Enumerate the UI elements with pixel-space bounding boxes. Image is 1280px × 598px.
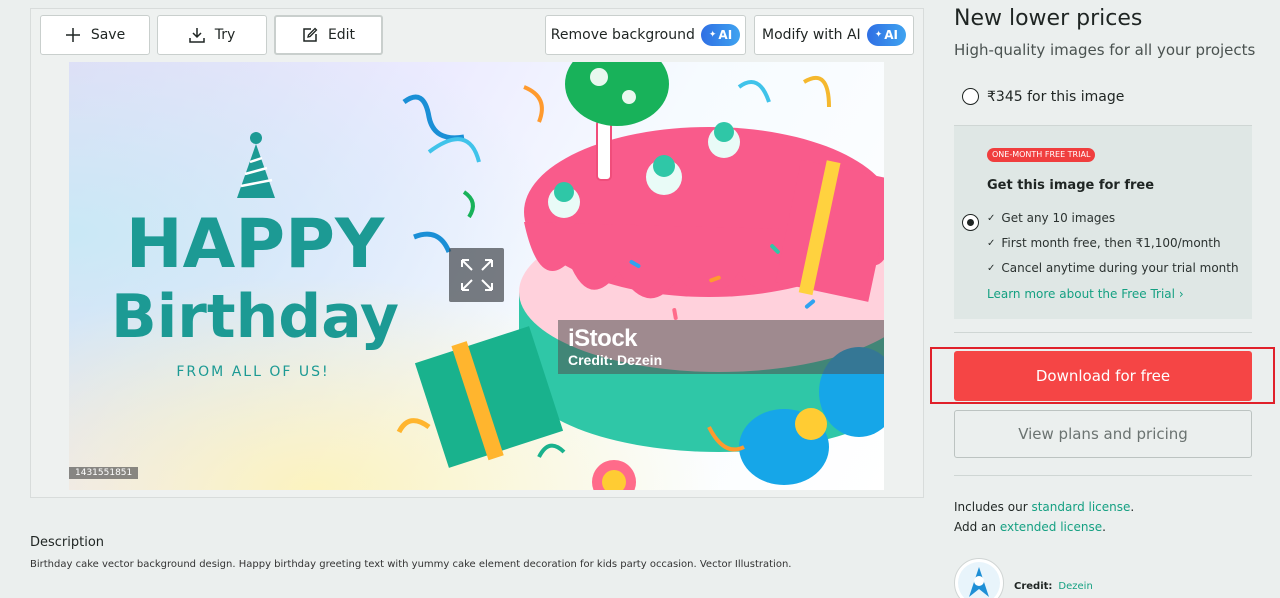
download-for-free-button[interactable]: Download for free bbox=[954, 351, 1252, 401]
contributor-credit: Credit: Dezein bbox=[954, 558, 1093, 598]
extended-license-line: Add an extended license. bbox=[954, 520, 1106, 534]
edit-icon bbox=[303, 27, 318, 42]
image-id-label: 1431551851 bbox=[69, 467, 139, 479]
license-text: . bbox=[1102, 520, 1106, 534]
learn-more-trial-link[interactable]: Learn more about the Free Trial › bbox=[987, 287, 1184, 301]
try-button-label: Try bbox=[214, 27, 236, 43]
divider bbox=[954, 475, 1252, 476]
save-button-label: Save bbox=[90, 27, 126, 43]
try-button[interactable]: Try bbox=[157, 15, 267, 55]
expand-image-button[interactable] bbox=[449, 248, 504, 302]
pricing-subheading: High-quality images for all your project… bbox=[954, 41, 1256, 59]
plus-icon bbox=[65, 28, 80, 42]
divider bbox=[954, 332, 1252, 333]
trial-feature-text: First month free, then ₹1,100/month bbox=[1001, 236, 1221, 250]
credit-label: Credit: Dezein bbox=[1014, 574, 1093, 593]
remove-background-button[interactable]: Remove background ✦ AI bbox=[545, 15, 746, 55]
check-icon: ✓ bbox=[987, 238, 996, 249]
avatar[interactable] bbox=[954, 558, 1004, 598]
view-plans-button[interactable]: View plans and pricing bbox=[954, 410, 1252, 458]
trial-feature-text: Cancel anytime during your trial month bbox=[1001, 261, 1239, 275]
check-icon: ✓ bbox=[987, 213, 996, 224]
expand-icon bbox=[460, 259, 493, 291]
contributor-logo-icon bbox=[958, 562, 1000, 598]
art-text-from: FROM ALL OF US! bbox=[176, 364, 329, 380]
ai-badge: ✦ AI bbox=[866, 24, 906, 46]
credit-label-text: Credit: bbox=[1014, 580, 1053, 592]
license-text: . bbox=[1130, 500, 1135, 514]
license-text: Add an bbox=[954, 520, 1000, 534]
standard-license-line: Includes our standard license. bbox=[954, 500, 1134, 514]
media-panel: Save Try Edit Remove background ✦ AI Modi… bbox=[30, 8, 924, 498]
single-image-radio[interactable] bbox=[962, 88, 979, 105]
ai-badge: ✦ AI bbox=[700, 24, 741, 46]
remove-background-label: Remove background bbox=[550, 27, 695, 43]
single-image-option[interactable]: ₹345 for this image bbox=[962, 88, 1124, 105]
save-button[interactable]: Save bbox=[40, 15, 150, 55]
trial-feature-text: Get any 10 images bbox=[1001, 211, 1116, 225]
modify-with-ai-label: Modify with AI bbox=[761, 27, 861, 43]
single-image-price: ₹345 for this image bbox=[987, 88, 1125, 105]
check-icon: ✓ bbox=[987, 263, 996, 274]
preview-image[interactable]: HAPPY Birthday FROM ALL OF US! iStock Cr… bbox=[69, 62, 884, 490]
ai-badge-label: AI bbox=[718, 28, 733, 42]
watermark-brand: iStock bbox=[568, 325, 638, 352]
description-title: Description bbox=[30, 535, 105, 550]
sparkle-icon: ✦ bbox=[874, 30, 883, 40]
contributor-link[interactable]: Dezein bbox=[1058, 581, 1092, 592]
list-item: ✓ Cancel anytime during your trial month bbox=[987, 256, 1239, 281]
list-item: ✓ Get any 10 images bbox=[987, 206, 1239, 231]
free-trial-radio[interactable] bbox=[962, 214, 979, 231]
free-trial-option[interactable]: ONE-MONTH FREE TRIAL Get this image for … bbox=[954, 125, 1252, 319]
istock-watermark: iStock Credit: Dezein bbox=[558, 320, 884, 374]
description-text: Birthday cake vector background design. … bbox=[30, 559, 792, 570]
pricing-heading: New lower prices bbox=[954, 6, 1143, 31]
trial-badge: ONE-MONTH FREE TRIAL bbox=[987, 148, 1096, 162]
ai-badge-label: AI bbox=[884, 28, 898, 42]
extended-license-link[interactable]: extended license bbox=[1000, 520, 1102, 534]
download-icon bbox=[188, 28, 205, 43]
standard-license-link[interactable]: standard license bbox=[1031, 500, 1130, 514]
sparkle-icon: ✦ bbox=[708, 30, 717, 40]
list-item: ✓ First month free, then ₹1,100/month bbox=[987, 231, 1239, 256]
art-text-happy: HAPPY bbox=[126, 205, 385, 284]
edit-button-label: Edit bbox=[327, 27, 356, 43]
trial-title: Get this image for free bbox=[987, 178, 1155, 193]
license-text: Includes our bbox=[954, 500, 1032, 514]
modify-with-ai-button[interactable]: Modify with AI ✦ AI bbox=[754, 15, 914, 55]
art-text-birthday: Birthday bbox=[111, 282, 399, 352]
edit-button[interactable]: Edit bbox=[274, 15, 383, 55]
trial-feature-list: ✓ Get any 10 images ✓ First month free, th… bbox=[987, 206, 1239, 281]
watermark-credit: Credit: Dezein bbox=[568, 352, 663, 368]
